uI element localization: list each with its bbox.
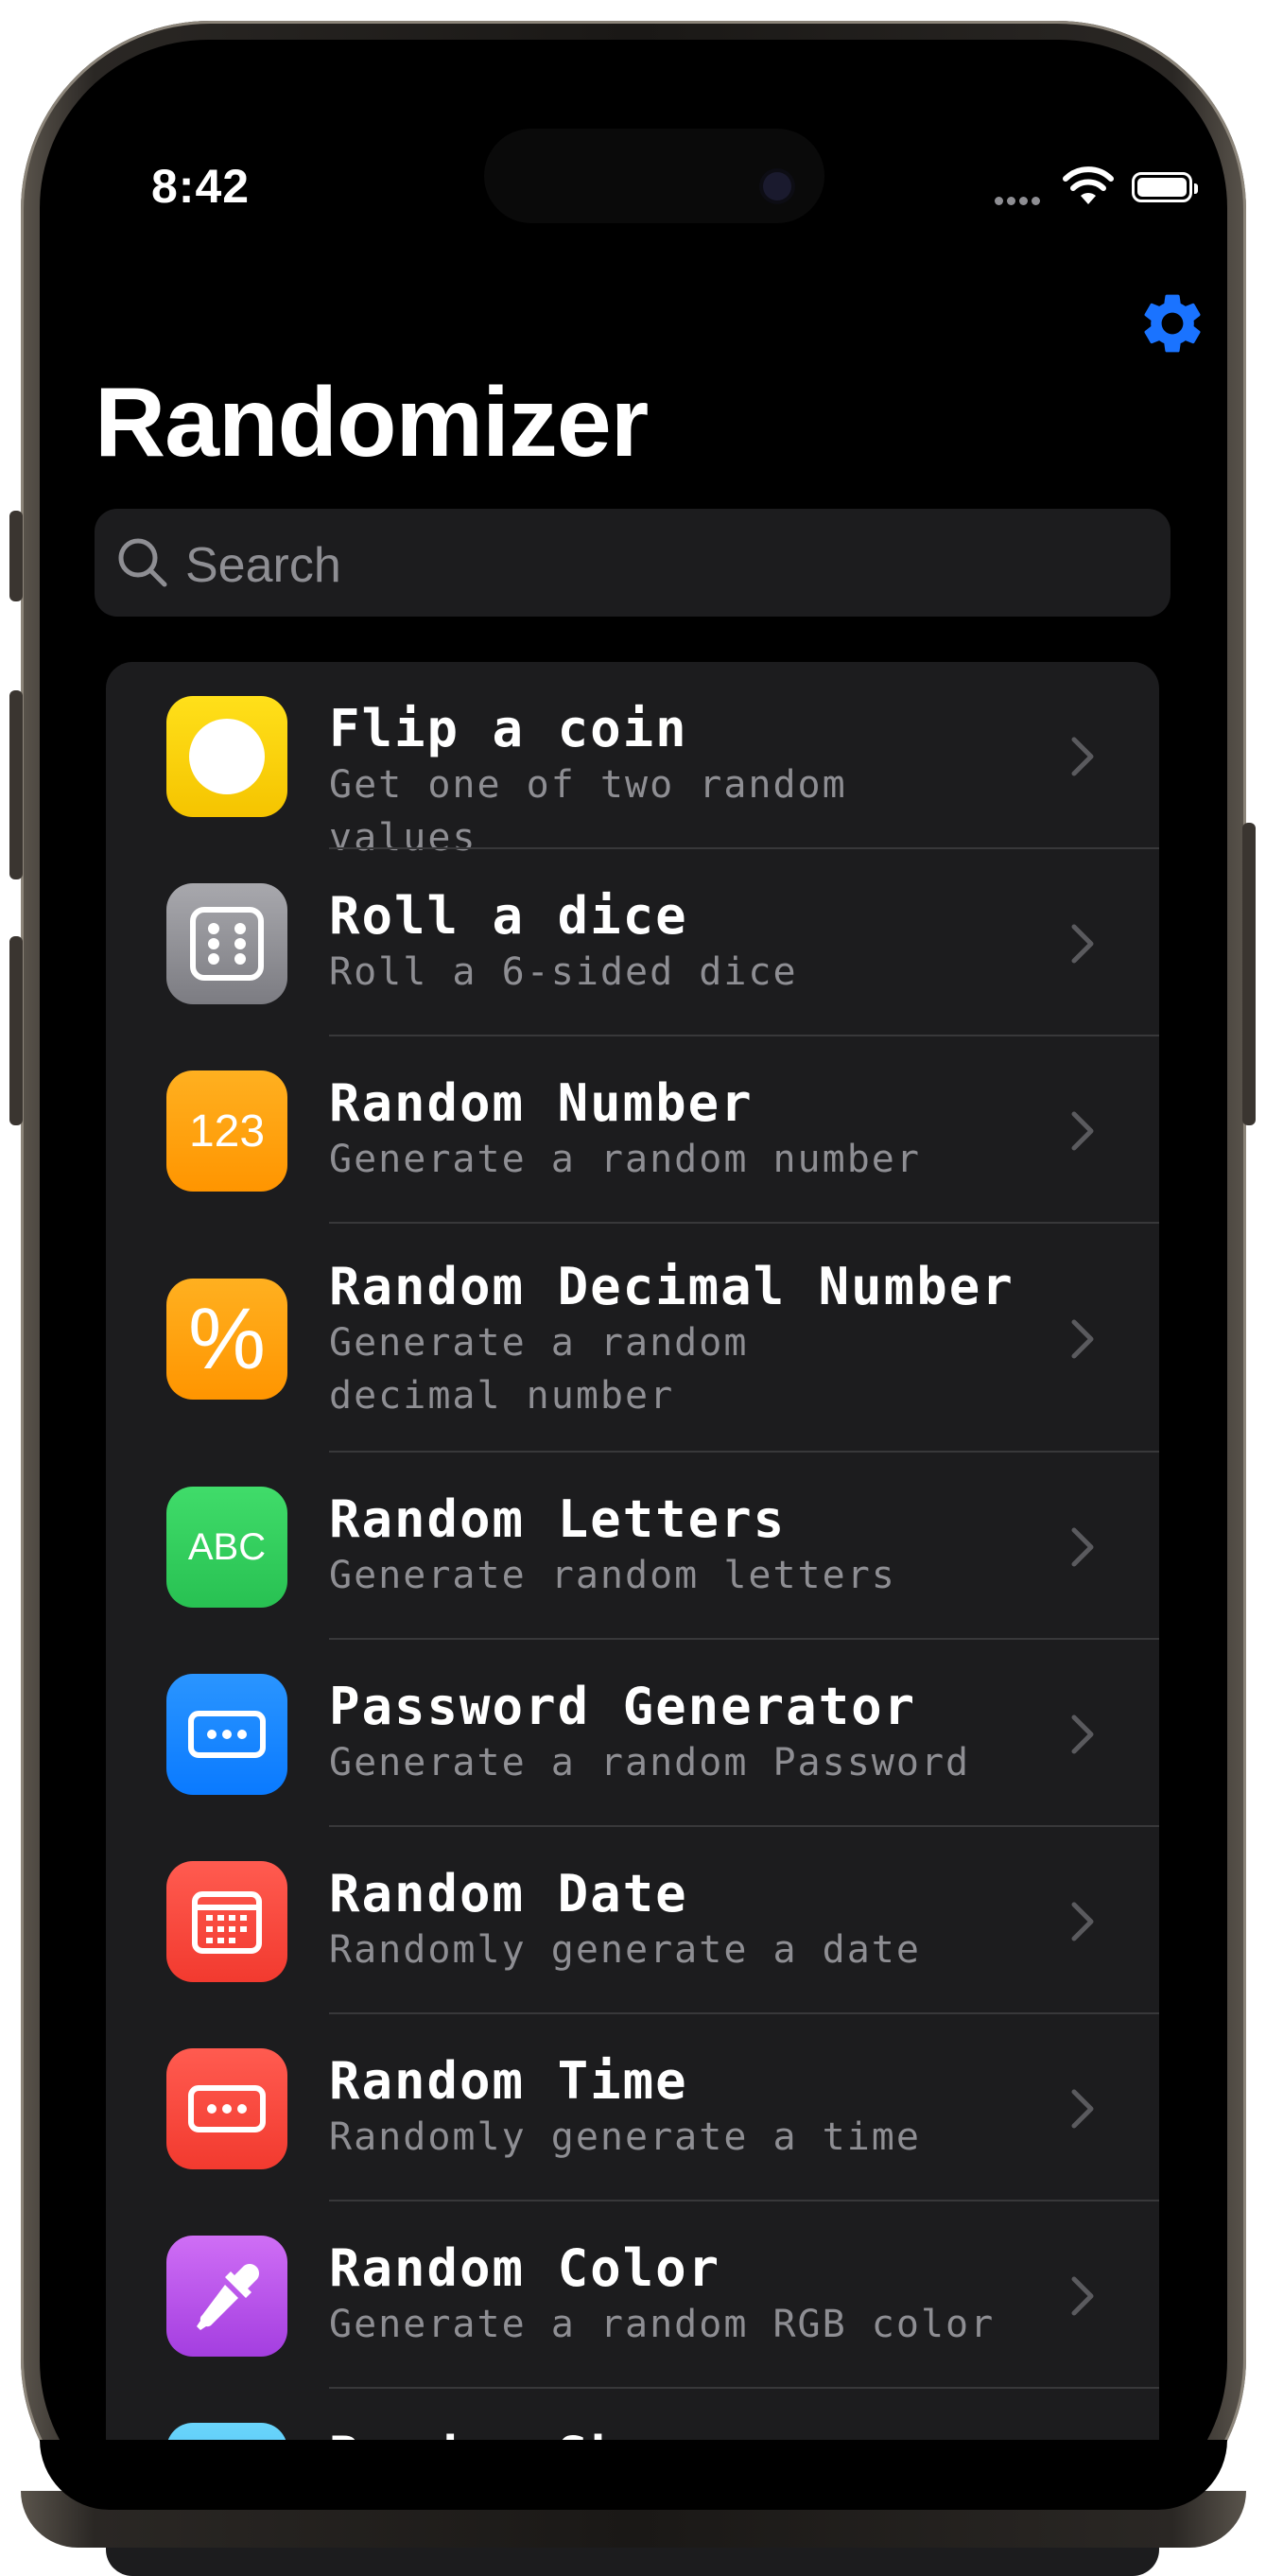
- letters-icon: ABC: [166, 1487, 287, 1608]
- chevron-right-icon: [1071, 1714, 1094, 1754]
- item-title: Random Number: [329, 1073, 754, 1133]
- volume-down-button: [9, 936, 23, 1125]
- search-icon: [118, 538, 167, 587]
- signal-dots-icon: [995, 193, 1044, 210]
- item-subtitle-line2: decimal number: [329, 1374, 675, 1418]
- chevron-right-icon: [1071, 1902, 1094, 1941]
- percent-icon: %: [166, 1279, 287, 1400]
- power-button: [1242, 823, 1256, 1125]
- calendar-icon: [166, 1861, 287, 1982]
- item-title: Random Date: [329, 1864, 688, 1923]
- screen-bottom-edge: [40, 2440, 1227, 2510]
- list-item-random-decimal[interactable]: % Random Decimal Number Generate a rando…: [106, 1224, 1159, 1453]
- list-item-password-generator[interactable]: Password Generator Generate a random Pas…: [106, 1640, 1159, 1827]
- item-subtitle: Generate a random Password: [329, 1741, 971, 1784]
- eyedropper-icon: [166, 2236, 287, 2357]
- status-time: 8:42: [151, 160, 251, 213]
- percent-icon-text: %: [188, 1290, 266, 1387]
- item-title: Random Letters: [329, 1489, 787, 1549]
- randomizer-list: Flip a coin Get one of two random values…: [106, 662, 1159, 2576]
- list-item-flip-coin[interactable]: Flip a coin Get one of two random values: [106, 662, 1159, 860]
- item-title: Random Decimal Number: [329, 1257, 1015, 1316]
- chevron-right-icon: [1071, 1527, 1094, 1567]
- chevron-right-icon: [1071, 1111, 1094, 1151]
- item-subtitle: Generate a random: [329, 1321, 749, 1365]
- camera-icon: [763, 172, 791, 200]
- password-icon: [166, 1674, 287, 1795]
- chevron-right-icon: [1071, 924, 1094, 964]
- item-title: Flip a coin: [329, 699, 688, 758]
- item-subtitle: Randomly generate a date: [329, 1928, 921, 1972]
- letters-icon-text: ABC: [187, 1525, 267, 1568]
- chevron-right-icon: [1071, 2089, 1094, 2129]
- item-subtitle: Randomly generate a time: [329, 2115, 921, 2159]
- action-button: [9, 511, 23, 601]
- coin-icon: [166, 696, 287, 817]
- item-title: Random Color: [329, 2238, 721, 2298]
- battery-icon: [1132, 172, 1198, 202]
- list-item-roll-dice[interactable]: Roll a dice Roll a 6-sided dice: [106, 849, 1159, 1036]
- volume-up-button: [9, 690, 23, 879]
- list-item-random-letters[interactable]: ABC Random Letters Generate random lette…: [106, 1453, 1159, 1640]
- chevron-right-icon: [1071, 2276, 1094, 2316]
- chevron-right-icon: [1071, 737, 1094, 776]
- chevron-right-icon: [1071, 1319, 1094, 1359]
- dice-icon: [166, 883, 287, 1004]
- list-item-random-date[interactable]: Random Date Randomly generate a date: [106, 1827, 1159, 2014]
- item-title: Random Time: [329, 2051, 688, 2111]
- search-field[interactable]: Search: [95, 509, 1171, 617]
- item-title: Roll a dice: [329, 886, 688, 946]
- item-subtitle: Roll a 6-sided dice: [329, 950, 798, 994]
- item-subtitle: Generate random letters: [329, 1554, 896, 1597]
- list-item-random-color[interactable]: Random Color Generate a random RGB color: [106, 2202, 1159, 2389]
- number-icon-text: 123: [188, 1105, 266, 1157]
- gear-icon[interactable]: [1136, 287, 1208, 359]
- page-title: Randomizer: [95, 368, 649, 478]
- list-item-random-number[interactable]: 123 Random Number Generate a random numb…: [106, 1036, 1159, 1224]
- wifi-icon: [1063, 166, 1114, 204]
- item-subtitle: Generate a random number: [329, 1138, 921, 1181]
- item-title: Password Generator: [329, 1677, 917, 1736]
- search-placeholder: Search: [185, 538, 341, 593]
- number-icon: 123: [166, 1070, 287, 1192]
- item-subtitle: Generate a random RGB color: [329, 2303, 996, 2346]
- list-item-random-time[interactable]: Random Time Randomly generate a time: [106, 2014, 1159, 2202]
- time-icon: [166, 2048, 287, 2169]
